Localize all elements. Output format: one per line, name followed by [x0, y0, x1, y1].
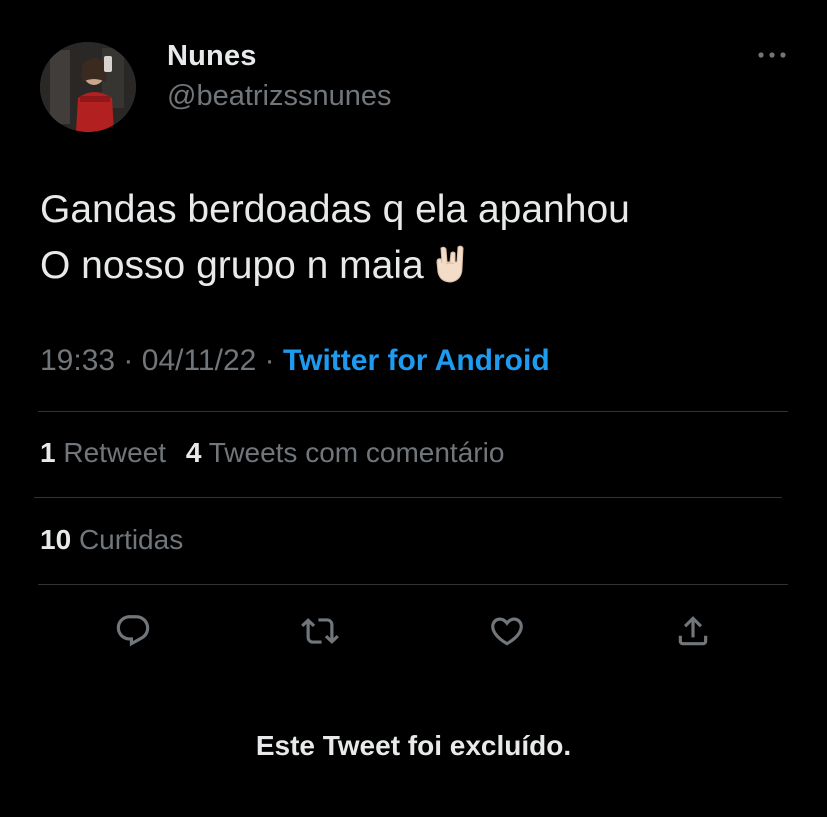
like-icon [491, 617, 523, 646]
quote-tweets-link[interactable]: 4 Tweets com comentário [186, 437, 505, 468]
retweet-stats: 1 Retweet 4 Tweets com comentário [40, 437, 504, 469]
tweet-source-link[interactable]: Twitter for Android [283, 344, 550, 377]
meta-separator: · [123, 344, 134, 377]
tweet-deleted-notice: Este Tweet foi excluído. [255, 730, 572, 761]
likes-label: Curtidas [78, 524, 184, 555]
avatar[interactable] [40, 42, 136, 132]
reply-button[interactable] [110, 608, 156, 654]
retweets-label: Retweet [63, 437, 167, 468]
retweets-count: 1 [40, 437, 56, 468]
divider [34, 497, 782, 498]
likes-stats: 10 Curtidas [40, 524, 183, 556]
quote-tweets-count: 4 [185, 437, 202, 468]
retweet-icon [301, 618, 339, 644]
user-avatar-photo [40, 42, 136, 132]
tweet-text: Gandas berdoadas q ela apanhou O nosso g… [40, 182, 780, 300]
tweet-actions-bar [0, 608, 827, 654]
divider [38, 584, 788, 585]
tweet-text-line-2: O nosso grupo n maia [40, 238, 780, 300]
likes-link[interactable]: 10 Curtidas [40, 524, 183, 555]
share-icon [678, 616, 708, 646]
likes-count: 10 [40, 524, 72, 555]
sign-of-the-horns-emoji-icon [432, 244, 468, 300]
share-button[interactable] [670, 608, 716, 654]
tweet-text-line-2-text: O nosso grupo n maia [40, 244, 424, 287]
tweet-time[interactable]: 19:33 [40, 344, 115, 377]
tweet-meta: 19:33 · 04/11/22 · Twitter for Android [40, 344, 550, 378]
reply-icon [116, 615, 150, 647]
more-options-button[interactable] [752, 40, 792, 70]
divider [38, 411, 788, 412]
retweets-link[interactable]: 1 Retweet [40, 437, 166, 468]
retweet-button[interactable] [297, 608, 343, 654]
meta-separator-2: · [264, 344, 275, 377]
author-display-name[interactable]: Nunes [167, 40, 257, 73]
like-button[interactable] [484, 608, 530, 654]
author-handle[interactable]: @beatrizssnunes [167, 80, 392, 113]
tweet-text-line-1: Gandas berdoadas q ela apanhou [40, 188, 630, 231]
tweet-date[interactable]: 04/11/22 [142, 344, 257, 377]
more-dots-icon [758, 52, 786, 58]
quote-tweets-label: Tweets com comentário [208, 437, 505, 468]
